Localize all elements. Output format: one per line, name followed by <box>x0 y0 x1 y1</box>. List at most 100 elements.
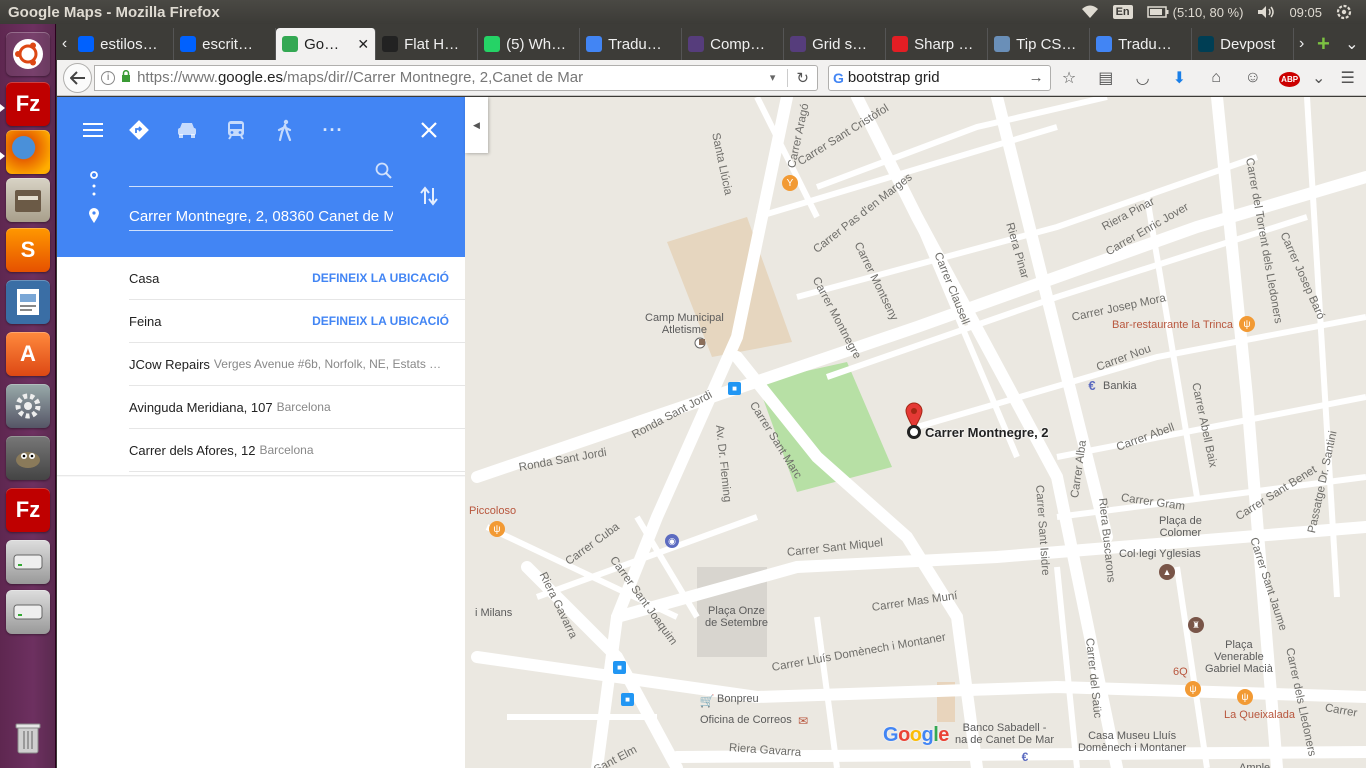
search-icon[interactable] <box>375 162 393 184</box>
gimp-icon[interactable] <box>6 436 50 480</box>
downloads-icon[interactable]: ⬇ <box>1161 68 1198 88</box>
overflow-chevron-icon[interactable]: ⌄ <box>1308 68 1329 88</box>
tab-1[interactable]: escrit… <box>174 28 277 60</box>
suggestion-row[interactable]: Casa DEFINEIX LA UBICACIÓ <box>129 257 465 300</box>
home-icon[interactable]: ⌂ <box>1198 69 1235 87</box>
volume-icon[interactable] <box>1257 5 1275 19</box>
adblock-plus-icon[interactable]: ABP <box>1271 69 1308 87</box>
drive-icon-2[interactable] <box>6 590 50 634</box>
tab-list-icon[interactable]: ⌄ <box>1338 28 1366 60</box>
search-go-icon[interactable]: → <box>1029 69 1050 86</box>
walking-mode-icon[interactable] <box>272 117 298 143</box>
tab-scroll-right-icon[interactable]: › <box>1294 28 1309 60</box>
set-location-button[interactable]: DEFINEIX LA UBICACIÓ <box>312 314 449 328</box>
destination-input[interactable]: Carrer Montnegre, 2, 08360 Canet de Mar <box>129 203 393 231</box>
filezilla-icon-2[interactable]: Fz <box>6 488 50 532</box>
hamburger-menu-icon[interactable]: ☰ <box>1329 68 1366 88</box>
landmark-icon[interactable]: ♜ <box>1188 617 1204 633</box>
poi-label[interactable]: La Queixalada <box>1224 709 1295 721</box>
restaurant-icon-2[interactable]: ψ <box>489 521 505 537</box>
poi-label[interactable]: Bankia <box>1103 380 1137 392</box>
poi-label[interactable]: Banco Sabadell - na de Canet De Mar <box>955 722 1054 746</box>
filezilla-icon[interactable]: Fz <box>6 82 50 126</box>
drive-icon[interactable] <box>6 540 50 584</box>
poi-label[interactable]: Plaça de Colomer <box>1159 515 1202 539</box>
document-viewer-icon[interactable] <box>6 280 50 324</box>
poi-label[interactable]: Oficina de Correos <box>700 714 792 726</box>
files-icon[interactable] <box>6 178 50 222</box>
close-directions-icon[interactable] <box>416 117 442 143</box>
transit-stop-icon[interactable]: ■ <box>728 382 741 395</box>
school-icon[interactable]: ▲ <box>1159 564 1175 580</box>
suggestion-row[interactable]: JCow Repairs Verges Avenue #6b, Norfolk, … <box>129 343 465 386</box>
transit-stop-icon-3[interactable]: ■ <box>621 693 634 706</box>
reload-icon[interactable]: ↻ <box>787 68 817 87</box>
trash-icon[interactable] <box>6 716 50 760</box>
tab-9[interactable]: Tip CS… <box>988 28 1091 60</box>
tab-11[interactable]: Devpost <box>1192 28 1295 60</box>
back-button[interactable] <box>63 62 93 93</box>
cart-icon[interactable]: 🛒 <box>699 693 715 709</box>
suggestion-row[interactable]: Carrer dels Afores, 12 Barcelona <box>129 429 465 472</box>
ubuntu-dash-icon[interactable] <box>6 32 50 76</box>
destination-label[interactable]: Carrer Montnegre, 2 <box>925 425 1049 440</box>
google-search-engine-icon[interactable]: G <box>833 70 844 86</box>
tab-scroll-left-icon[interactable]: ‹ <box>57 28 72 60</box>
bookmark-star-icon[interactable]: ☆ <box>1051 68 1088 88</box>
restaurant-icon-3[interactable]: ψ <box>1185 681 1201 697</box>
poi-label[interactable]: Ample <box>1239 762 1270 768</box>
bank-euro-icon-2[interactable]: € <box>1017 749 1033 765</box>
poi-label[interactable]: Casa Museu Lluís Domènech i Montaner <box>1078 730 1186 754</box>
poi-label[interactable]: i Milans <box>475 607 512 619</box>
tab-3[interactable]: Flat H… <box>376 28 479 60</box>
emoji-icon[interactable]: ☺ <box>1234 69 1271 87</box>
tab-2[interactable]: Go… ✕ <box>276 28 377 60</box>
new-tab-icon[interactable]: + <box>1309 28 1337 60</box>
info-icon[interactable]: i <box>101 70 116 85</box>
set-location-button[interactable]: DEFINEIX LA UBICACIÓ <box>312 271 449 285</box>
reading-list-icon[interactable]: ▤ <box>1087 68 1124 88</box>
poi-label[interactable]: Bar-restaurante la Trinca <box>1112 319 1233 331</box>
system-settings-icon[interactable] <box>6 384 50 428</box>
wifi-icon[interactable] <box>1081 5 1099 19</box>
search-bar[interactable]: G bootstrap grid → <box>827 64 1051 91</box>
poi-label[interactable]: Plaça Onze de Setembre <box>705 605 768 629</box>
restaurant-icon-4[interactable]: ψ <box>1237 689 1253 705</box>
keyboard-layout-indicator[interactable]: En <box>1112 5 1133 19</box>
tab-close-icon[interactable]: ✕ <box>357 36 369 53</box>
clock[interactable]: 09:05 <box>1289 5 1322 20</box>
restaurant-icon[interactable]: ψ <box>1239 316 1255 332</box>
origin-input[interactable] <box>129 159 393 187</box>
sublime-text-icon[interactable]: S <box>6 228 50 272</box>
poi-label[interactable]: 6Q <box>1173 666 1188 678</box>
poi-label[interactable]: Plaça Venerable Gabriel Macià <box>1205 639 1273 675</box>
poi-label[interactable]: Piccoloso <box>469 505 516 517</box>
mail-icon[interactable]: ✉ <box>795 713 811 729</box>
poi-label[interactable]: Bonpreu <box>717 693 759 705</box>
menu-icon[interactable] <box>80 117 106 143</box>
suggestion-row[interactable]: Avinguda Meridiana, 107 Barcelona <box>129 386 465 429</box>
battery-indicator[interactable]: (5:10, 80 %) <box>1146 5 1243 20</box>
firefox-icon[interactable] <box>6 130 50 174</box>
tab-5[interactable]: Tradu… <box>580 28 683 60</box>
power-gear-icon[interactable] <box>1336 4 1352 20</box>
car-mode-icon[interactable] <box>174 117 200 143</box>
poi-label[interactable]: Camp Municipal Atletisme <box>645 312 724 336</box>
suggestion-row[interactable]: Feina DEFINEIX LA UBICACIÓ <box>129 300 465 343</box>
url-bar[interactable]: i https://www.google.es/maps/dir//Carrer… <box>94 64 818 91</box>
url-dropdown-icon[interactable]: ▾ <box>764 71 782 84</box>
software-center-icon[interactable]: A <box>6 332 50 376</box>
swap-directions-icon[interactable] <box>416 183 442 209</box>
tab-10[interactable]: Tradu… <box>1090 28 1193 60</box>
pocket-icon[interactable]: ◡ <box>1124 68 1161 88</box>
bar-icon[interactable]: Y <box>782 175 798 191</box>
bank-euro-icon[interactable]: € <box>1084 377 1100 393</box>
tab-0[interactable]: estilos… <box>72 28 175 60</box>
transit-mode-icon[interactable] <box>223 117 249 143</box>
map-canvas[interactable]: Carrer Sant Cristòfol Santa Llúcia Carrer … <box>57 97 1366 768</box>
collapse-panel-button[interactable]: ◀ <box>465 97 488 153</box>
tab-4[interactable]: (5) Wh… <box>478 28 581 60</box>
shop-bag-icon[interactable]: ◉ <box>665 534 679 548</box>
tab-8[interactable]: Sharp … <box>886 28 989 60</box>
poi-label[interactable]: Col·legi Yglesias <box>1119 548 1201 560</box>
